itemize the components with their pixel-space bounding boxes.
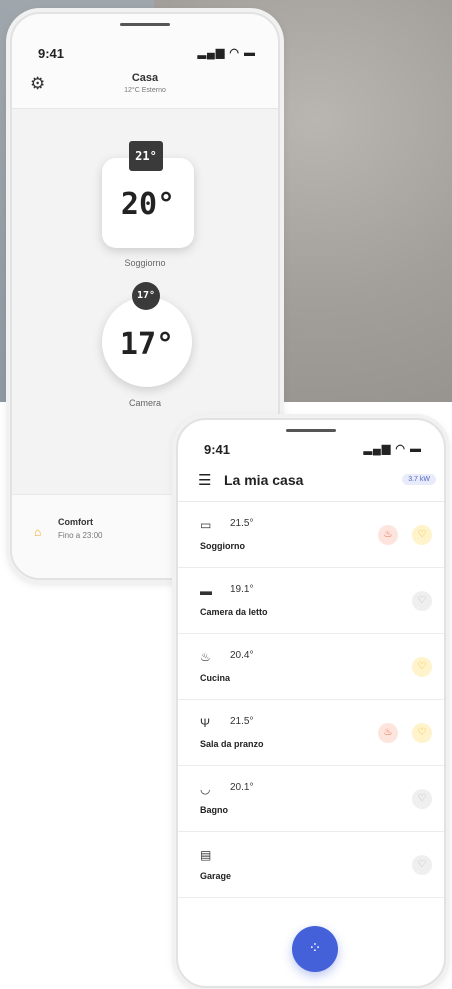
room-name: Garage <box>200 871 232 881</box>
bed-icon: ▬ <box>200 584 212 598</box>
setpoint-badge-soggiorno: 21° <box>129 141 163 171</box>
room-name: Bagno <box>200 805 228 815</box>
home-icon: ⌂ <box>34 525 42 539</box>
grid-dots-icon[interactable]: ⁘ <box>292 926 338 972</box>
pot-icon: ♨ <box>200 650 211 664</box>
list-item-garage[interactable]: ▤ Garage ♡ <box>178 832 444 898</box>
outdoor-temp: 12°C Esterno <box>124 87 166 94</box>
speaker-bar <box>286 429 336 432</box>
speaker-bar <box>120 23 170 26</box>
setpoint-badge-camera: 17° <box>132 282 160 310</box>
room-temp: 19.1° <box>230 584 254 595</box>
room-name: Sala da pranzo <box>200 739 264 749</box>
room-label-soggiorno: Soggiorno <box>124 258 166 268</box>
home-title: Casa <box>131 72 159 84</box>
list-item-bagno[interactable]: ◡ 20.1° Bagno ♡ <box>178 766 444 832</box>
room-temp: 21.5° <box>230 716 254 727</box>
status-time: 9:41 <box>204 442 231 457</box>
bulb-icon[interactable]: ♡ <box>412 525 432 545</box>
list-item-soggiorno[interactable]: ▭ 21.5° Soggiorno ♨ ♡ <box>178 502 444 568</box>
power-badge: 3.7 kW <box>402 474 436 485</box>
hamburger-icon[interactable]: ☰ <box>198 471 211 489</box>
phone-rooms-app: 9:41 ▂▄▆ ◠ ▬ ☰ La mia casa 3.7 kW ▭ 21.5… <box>176 418 446 988</box>
flame-icon[interactable]: ♨ <box>378 723 398 743</box>
bulb-icon[interactable]: ♡ <box>412 657 432 677</box>
room-list: ▭ 21.5° Soggiorno ♨ ♡ ▬ 19.1° Camera da … <box>178 502 444 898</box>
page-title: La mia casa <box>224 472 304 488</box>
flame-icon[interactable]: ♨ <box>378 525 398 545</box>
mode-label: Comfort <box>58 517 93 527</box>
mode-until: Fino a 23:00 <box>58 531 103 540</box>
temperature-soggiorno: 20° <box>120 187 176 222</box>
app-header: ⚙ Casa 12°C Esterno <box>12 68 278 109</box>
bulb-icon[interactable]: ♡ <box>412 591 432 611</box>
status-icons: ▂▄▆ ◠ ▬ <box>363 443 422 455</box>
status-bar: 9:41 ▂▄▆ ◠ ▬ <box>12 42 278 62</box>
garage-icon: ▤ <box>200 848 212 862</box>
room-name: Cucina <box>200 673 231 683</box>
room-temp: 20.1° <box>230 782 254 793</box>
bulb-icon[interactable]: ♡ <box>412 789 432 809</box>
list-item-cucina[interactable]: ♨ 20.4° Cucina ♡ <box>178 634 444 700</box>
room-temp: 20.4° <box>230 650 254 661</box>
app-header: ☰ La mia casa 3.7 kW <box>178 465 444 502</box>
status-time: 9:41 <box>38 46 65 61</box>
bulb-icon[interactable]: ♡ <box>412 723 432 743</box>
list-item-camera-da-letto[interactable]: ▬ 19.1° Camera da letto ♡ <box>178 568 444 634</box>
status-bar: 9:41 ▂▄▆ ◠ ▬ <box>178 438 444 458</box>
temperature-camera: 17° <box>119 327 175 362</box>
sofa-icon: ▭ <box>200 518 212 532</box>
status-icons: ▂▄▆ ◠ ▬ <box>197 47 256 59</box>
cutlery-icon: Ψ <box>200 716 211 730</box>
room-name: Soggiorno <box>200 541 245 551</box>
room-name: Camera da letto <box>200 607 268 617</box>
room-label-camera: Camera <box>128 398 161 408</box>
list-item-sala-da-pranzo[interactable]: Ψ 21.5° Sala da pranzo ♨ ♡ <box>178 700 444 766</box>
bulb-icon[interactable]: ♡ <box>412 855 432 875</box>
bathtub-icon: ◡ <box>200 782 211 796</box>
room-temp: 21.5° <box>230 518 254 529</box>
